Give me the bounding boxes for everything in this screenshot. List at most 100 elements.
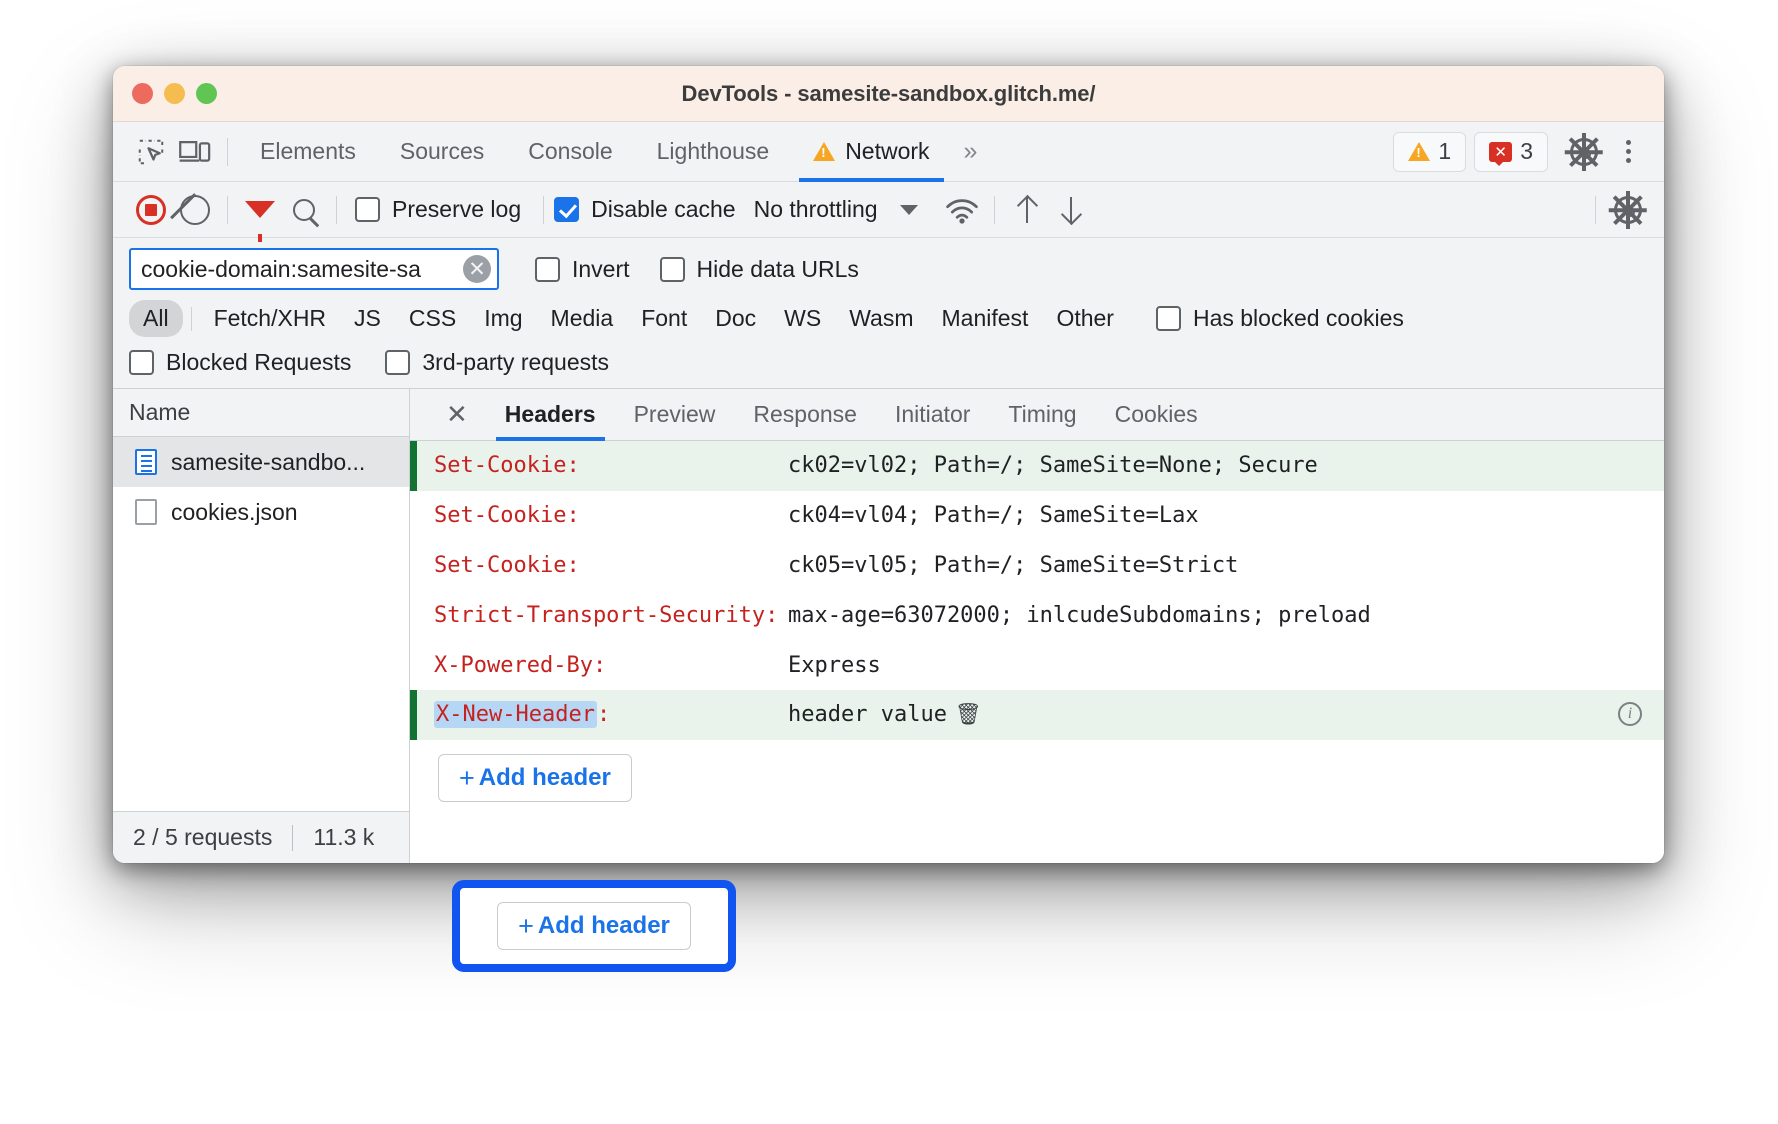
disable-cache-checkbox[interactable]: Disable cache <box>554 196 735 223</box>
header-row[interactable]: Set-Cookie: ck02=vl02; Path=/; SameSite=… <box>410 441 1664 491</box>
inspect-element-icon[interactable] <box>129 130 173 174</box>
more-tabs-icon[interactable]: » <box>952 137 987 166</box>
request-row-cookies-json[interactable]: cookies.json <box>113 487 409 537</box>
tab-lighthouse[interactable]: Lighthouse <box>635 122 792 182</box>
funnel-filter-icon <box>245 201 275 218</box>
tab-sources[interactable]: Sources <box>378 122 506 182</box>
add-header-button[interactable]: +Add header <box>438 754 632 802</box>
trash-icon[interactable]: 🗑 <box>955 699 982 729</box>
header-name[interactable]: X-Powered-By: <box>410 650 788 682</box>
type-filter-media[interactable]: Media <box>537 300 628 337</box>
filter-input-value: cookie-domain:samesite-sa <box>131 256 421 283</box>
search-icon <box>293 199 315 221</box>
header-value[interactable]: max-age=63072000; inlcudeSubdomains; pre… <box>788 600 1664 632</box>
type-filter-font[interactable]: Font <box>627 300 701 337</box>
filter-input[interactable]: cookie-domain:samesite-sa ✕ <box>129 248 499 290</box>
tab-headers[interactable]: Headers <box>486 389 615 441</box>
gear-icon <box>1570 138 1598 166</box>
screenshot-root: DevTools - samesite-sandbox.glitch.me/ E… <box>0 0 1778 1124</box>
search-button[interactable] <box>282 188 326 232</box>
blocked-requests-label: Blocked Requests <box>166 349 351 376</box>
header-name[interactable]: Strict-Transport-Security: <box>410 600 788 632</box>
type-filter-css[interactable]: CSS <box>395 300 470 337</box>
type-filter-fetch-xhr[interactable]: Fetch/XHR <box>200 300 340 337</box>
checkbox-box-checked <box>554 197 579 222</box>
clear-input-icon[interactable]: ✕ <box>463 255 491 283</box>
preserve-log-checkbox[interactable]: Preserve log <box>355 196 521 223</box>
requests-count-label: 2 / 5 requests <box>133 824 272 851</box>
toggle-filter-button[interactable] <box>238 188 282 232</box>
devtools-settings-gear-icon[interactable] <box>1562 130 1606 174</box>
header-row[interactable]: Set-Cookie: ck04=vl04; Path=/; SameSite=… <box>410 491 1664 541</box>
header-value[interactable]: ck05=vl05; Path=/; SameSite=Strict <box>788 550 1664 582</box>
header-name[interactable]: Set-Cookie: <box>410 450 788 482</box>
wifi-settings-icon <box>945 196 979 224</box>
clear-network-log-button[interactable] <box>173 188 217 232</box>
export-har-button[interactable] <box>1049 188 1093 232</box>
checkbox-box <box>660 257 685 282</box>
tab-response[interactable]: Response <box>734 389 876 441</box>
record-button[interactable] <box>129 188 173 232</box>
type-filter-img[interactable]: Img <box>470 300 536 337</box>
tab-cookies[interactable]: Cookies <box>1096 389 1217 441</box>
header-name-editable[interactable]: X-New-Header: <box>410 699 788 731</box>
checkbox-box <box>385 350 410 375</box>
header-name[interactable]: Set-Cookie: <box>410 550 788 582</box>
tab-initiator[interactable]: Initiator <box>876 389 989 441</box>
network-status-bar: 2 / 5 requests 11.3 k <box>113 811 409 863</box>
download-arrow-icon <box>1059 196 1083 224</box>
type-filter-ws[interactable]: WS <box>770 300 835 337</box>
request-row-samesite-sandbox[interactable]: samesite-sandbo... <box>113 437 409 487</box>
type-filter-other[interactable]: Other <box>1042 300 1128 337</box>
throttling-dropdown[interactable]: No throttling <box>754 196 918 223</box>
filter-bar: cookie-domain:samesite-sa ✕ Invert Hide … <box>113 238 1664 296</box>
warning-count-label: 1 <box>1438 138 1451 165</box>
header-name[interactable]: Set-Cookie: <box>410 500 788 532</box>
status-divider <box>292 825 293 851</box>
error-count-chip[interactable]: ✕ 3 <box>1474 132 1548 172</box>
toolbar-divider <box>543 196 544 224</box>
warning-count-chip[interactable]: 1 <box>1393 132 1466 172</box>
header-row[interactable]: Set-Cookie: ck05=vl05; Path=/; SameSite=… <box>410 541 1664 591</box>
chevron-down-icon <box>900 205 918 215</box>
type-filter-all[interactable]: All <box>129 300 183 337</box>
network-settings-button[interactable] <box>1606 188 1650 232</box>
has-blocked-cookies-checkbox[interactable]: Has blocked cookies <box>1156 305 1404 332</box>
disable-cache-label: Disable cache <box>591 196 735 223</box>
toolbar-divider <box>336 196 337 224</box>
tab-console-label: Console <box>528 138 612 165</box>
header-row-editable[interactable]: X-New-Header: header value🗑 i <box>410 690 1664 740</box>
type-filter-manifest[interactable]: Manifest <box>928 300 1043 337</box>
type-filter-doc[interactable]: Doc <box>701 300 770 337</box>
header-value[interactable]: ck02=vl02; Path=/; SameSite=None; Secure <box>788 450 1664 482</box>
invert-label: Invert <box>572 256 630 283</box>
tab-network[interactable]: Network <box>791 122 951 182</box>
annotation-highlight-box: +Add header <box>452 880 736 972</box>
window-title: DevTools - samesite-sandbox.glitch.me/ <box>113 81 1664 107</box>
add-header-button-highlighted[interactable]: +Add header <box>497 902 691 950</box>
third-party-requests-checkbox[interactable]: 3rd-party requests <box>385 349 609 376</box>
type-filter-js[interactable]: JS <box>340 300 395 337</box>
header-value[interactable]: Express <box>788 650 1664 682</box>
add-header-row: +Add header <box>410 740 1664 802</box>
tab-preview[interactable]: Preview <box>615 389 735 441</box>
device-toolbar-icon[interactable] <box>173 130 217 174</box>
tab-elements[interactable]: Elements <box>238 122 378 182</box>
header-row[interactable]: X-Powered-By: Express <box>410 641 1664 691</box>
header-row[interactable]: Strict-Transport-Security: max-age=63072… <box>410 591 1664 641</box>
type-filter-wasm[interactable]: Wasm <box>835 300 927 337</box>
import-har-button[interactable] <box>1005 188 1049 232</box>
request-list-column-header: Name <box>113 389 409 437</box>
devtools-more-menu-icon[interactable] <box>1606 130 1650 174</box>
close-icon[interactable]: ✕ <box>428 399 486 430</box>
tab-console[interactable]: Console <box>506 122 634 182</box>
invert-checkbox[interactable]: Invert <box>535 256 630 283</box>
header-value-editable[interactable]: header value🗑 <box>788 699 1664 731</box>
header-value[interactable]: ck04=vl04; Path=/; SameSite=Lax <box>788 500 1664 532</box>
tab-timing[interactable]: Timing <box>989 389 1095 441</box>
network-conditions-button[interactable] <box>940 188 984 232</box>
hide-data-urls-checkbox[interactable]: Hide data URLs <box>660 256 859 283</box>
blocked-requests-checkbox[interactable]: Blocked Requests <box>129 349 351 376</box>
toolbar-divider <box>227 196 228 224</box>
toolbar-divider <box>1595 196 1596 224</box>
